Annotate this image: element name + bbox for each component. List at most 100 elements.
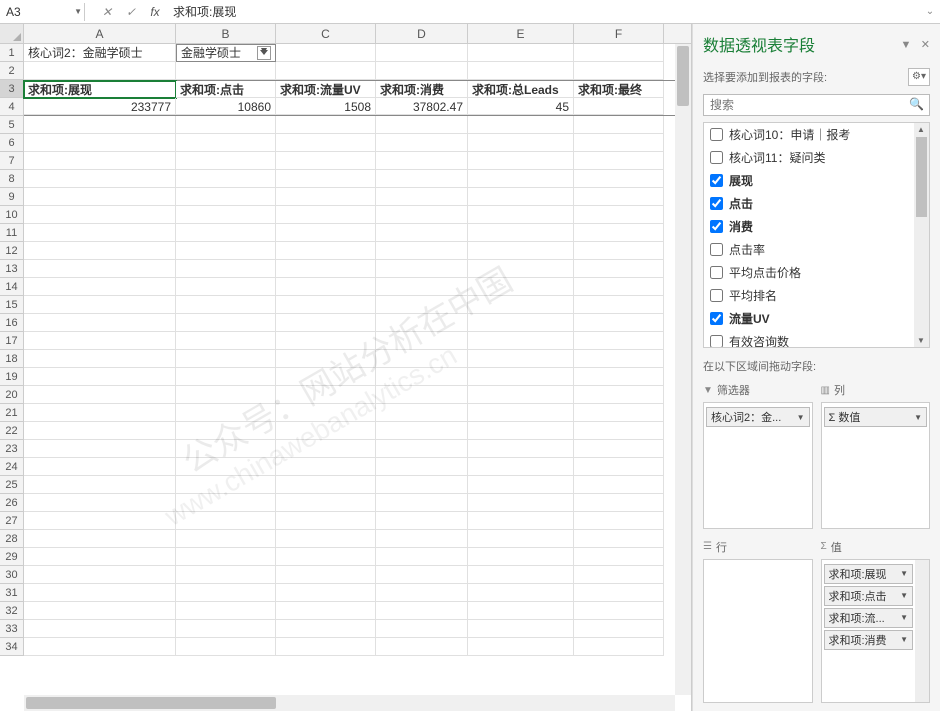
cell-B33[interactable] (176, 620, 276, 638)
cell-E6[interactable] (468, 134, 574, 152)
name-box[interactable]: A3 ▼ (0, 3, 85, 21)
cell-A4[interactable]: 233777 (24, 98, 176, 115)
cell-B8[interactable] (176, 170, 276, 188)
cell-D26[interactable] (376, 494, 468, 512)
cell-E26[interactable] (468, 494, 574, 512)
cell-F22[interactable] (574, 422, 664, 440)
cell-C26[interactable] (276, 494, 376, 512)
field-checkbox[interactable] (710, 128, 723, 141)
row-header-22[interactable]: 22 (0, 422, 23, 440)
cell-C8[interactable] (276, 170, 376, 188)
cell-E16[interactable] (468, 314, 574, 332)
cell-F17[interactable] (574, 332, 664, 350)
row-header-10[interactable]: 10 (0, 206, 23, 224)
field-checkbox[interactable] (710, 197, 723, 210)
cell-D19[interactable] (376, 368, 468, 386)
cell-F4[interactable] (574, 98, 664, 115)
vertical-scrollbar[interactable] (675, 44, 691, 695)
cell-D7[interactable] (376, 152, 468, 170)
row-header-1[interactable]: 1 (0, 44, 23, 62)
field-checkbox[interactable] (710, 151, 723, 164)
cell-C23[interactable] (276, 440, 376, 458)
fx-icon[interactable]: fx (143, 5, 167, 19)
cell-F5[interactable] (574, 116, 664, 134)
cell-F21[interactable] (574, 404, 664, 422)
cell-C4[interactable]: 1508 (276, 98, 376, 115)
row-header-31[interactable]: 31 (0, 584, 23, 602)
cell-F8[interactable] (574, 170, 664, 188)
zone-item[interactable]: 求和项:点击▼ (824, 586, 914, 606)
cell-F10[interactable] (574, 206, 664, 224)
cell-F33[interactable] (574, 620, 664, 638)
col-header-A[interactable]: A (24, 24, 176, 43)
row-header-24[interactable]: 24 (0, 458, 23, 476)
cell-D24[interactable] (376, 458, 468, 476)
cell-E14[interactable] (468, 278, 574, 296)
cell-C5[interactable] (276, 116, 376, 134)
cell-A23[interactable] (24, 440, 176, 458)
cell-C17[interactable] (276, 332, 376, 350)
cell-C27[interactable] (276, 512, 376, 530)
cell-B12[interactable] (176, 242, 276, 260)
cell-E31[interactable] (468, 584, 574, 602)
cell-A34[interactable] (24, 638, 176, 656)
cell-E7[interactable] (468, 152, 574, 170)
cell-D13[interactable] (376, 260, 468, 278)
cell-A18[interactable] (24, 350, 176, 368)
cell-B31[interactable] (176, 584, 276, 602)
cell-F16[interactable] (574, 314, 664, 332)
cell-F7[interactable] (574, 152, 664, 170)
cell-E29[interactable] (468, 548, 574, 566)
cell-C21[interactable] (276, 404, 376, 422)
cell-F25[interactable] (574, 476, 664, 494)
close-icon[interactable]: ✕ (921, 39, 930, 51)
cell-A26[interactable] (24, 494, 176, 512)
cell-E28[interactable] (468, 530, 574, 548)
cell-C22[interactable] (276, 422, 376, 440)
cell-F18[interactable] (574, 350, 664, 368)
field-item[interactable]: 点击 (704, 192, 929, 215)
cell-A12[interactable] (24, 242, 176, 260)
row-header-2[interactable]: 2 (0, 62, 23, 80)
cell-C32[interactable] (276, 602, 376, 620)
cell-D8[interactable] (376, 170, 468, 188)
cell-C2[interactable] (276, 62, 376, 80)
cell-C25[interactable] (276, 476, 376, 494)
cell-E34[interactable] (468, 638, 574, 656)
cell-A27[interactable] (24, 512, 176, 530)
minimize-icon[interactable]: ▼ (901, 39, 912, 51)
cell-A10[interactable] (24, 206, 176, 224)
search-icon[interactable]: 🔍 (909, 97, 924, 111)
cell-F24[interactable] (574, 458, 664, 476)
cell-A5[interactable] (24, 116, 176, 134)
cell-F9[interactable] (574, 188, 664, 206)
cell-E9[interactable] (468, 188, 574, 206)
cell-F14[interactable] (574, 278, 664, 296)
cell-B34[interactable] (176, 638, 276, 656)
cell-F12[interactable] (574, 242, 664, 260)
cell-E5[interactable] (468, 116, 574, 134)
cell-A32[interactable] (24, 602, 176, 620)
cell-B6[interactable] (176, 134, 276, 152)
formula-cancel-button[interactable]: ✕ (95, 5, 119, 19)
cell-C28[interactable] (276, 530, 376, 548)
cell-C24[interactable] (276, 458, 376, 476)
cell-E25[interactable] (468, 476, 574, 494)
cell-B21[interactable] (176, 404, 276, 422)
cell-B16[interactable] (176, 314, 276, 332)
cell-D12[interactable] (376, 242, 468, 260)
row-header-21[interactable]: 21 (0, 404, 23, 422)
cell-A14[interactable] (24, 278, 176, 296)
cell-F32[interactable] (574, 602, 664, 620)
cell-E33[interactable] (468, 620, 574, 638)
cell-E27[interactable] (468, 512, 574, 530)
cell-B27[interactable] (176, 512, 276, 530)
cell-D25[interactable] (376, 476, 468, 494)
cell-B28[interactable] (176, 530, 276, 548)
chevron-down-icon[interactable]: ▼ (797, 413, 805, 422)
cell-F1[interactable] (574, 44, 664, 62)
field-item[interactable]: 核心词11：疑问类 (704, 146, 929, 169)
field-item[interactable]: 平均排名 (704, 284, 929, 307)
field-checkbox[interactable] (710, 312, 723, 325)
cell-C1[interactable] (276, 44, 376, 62)
